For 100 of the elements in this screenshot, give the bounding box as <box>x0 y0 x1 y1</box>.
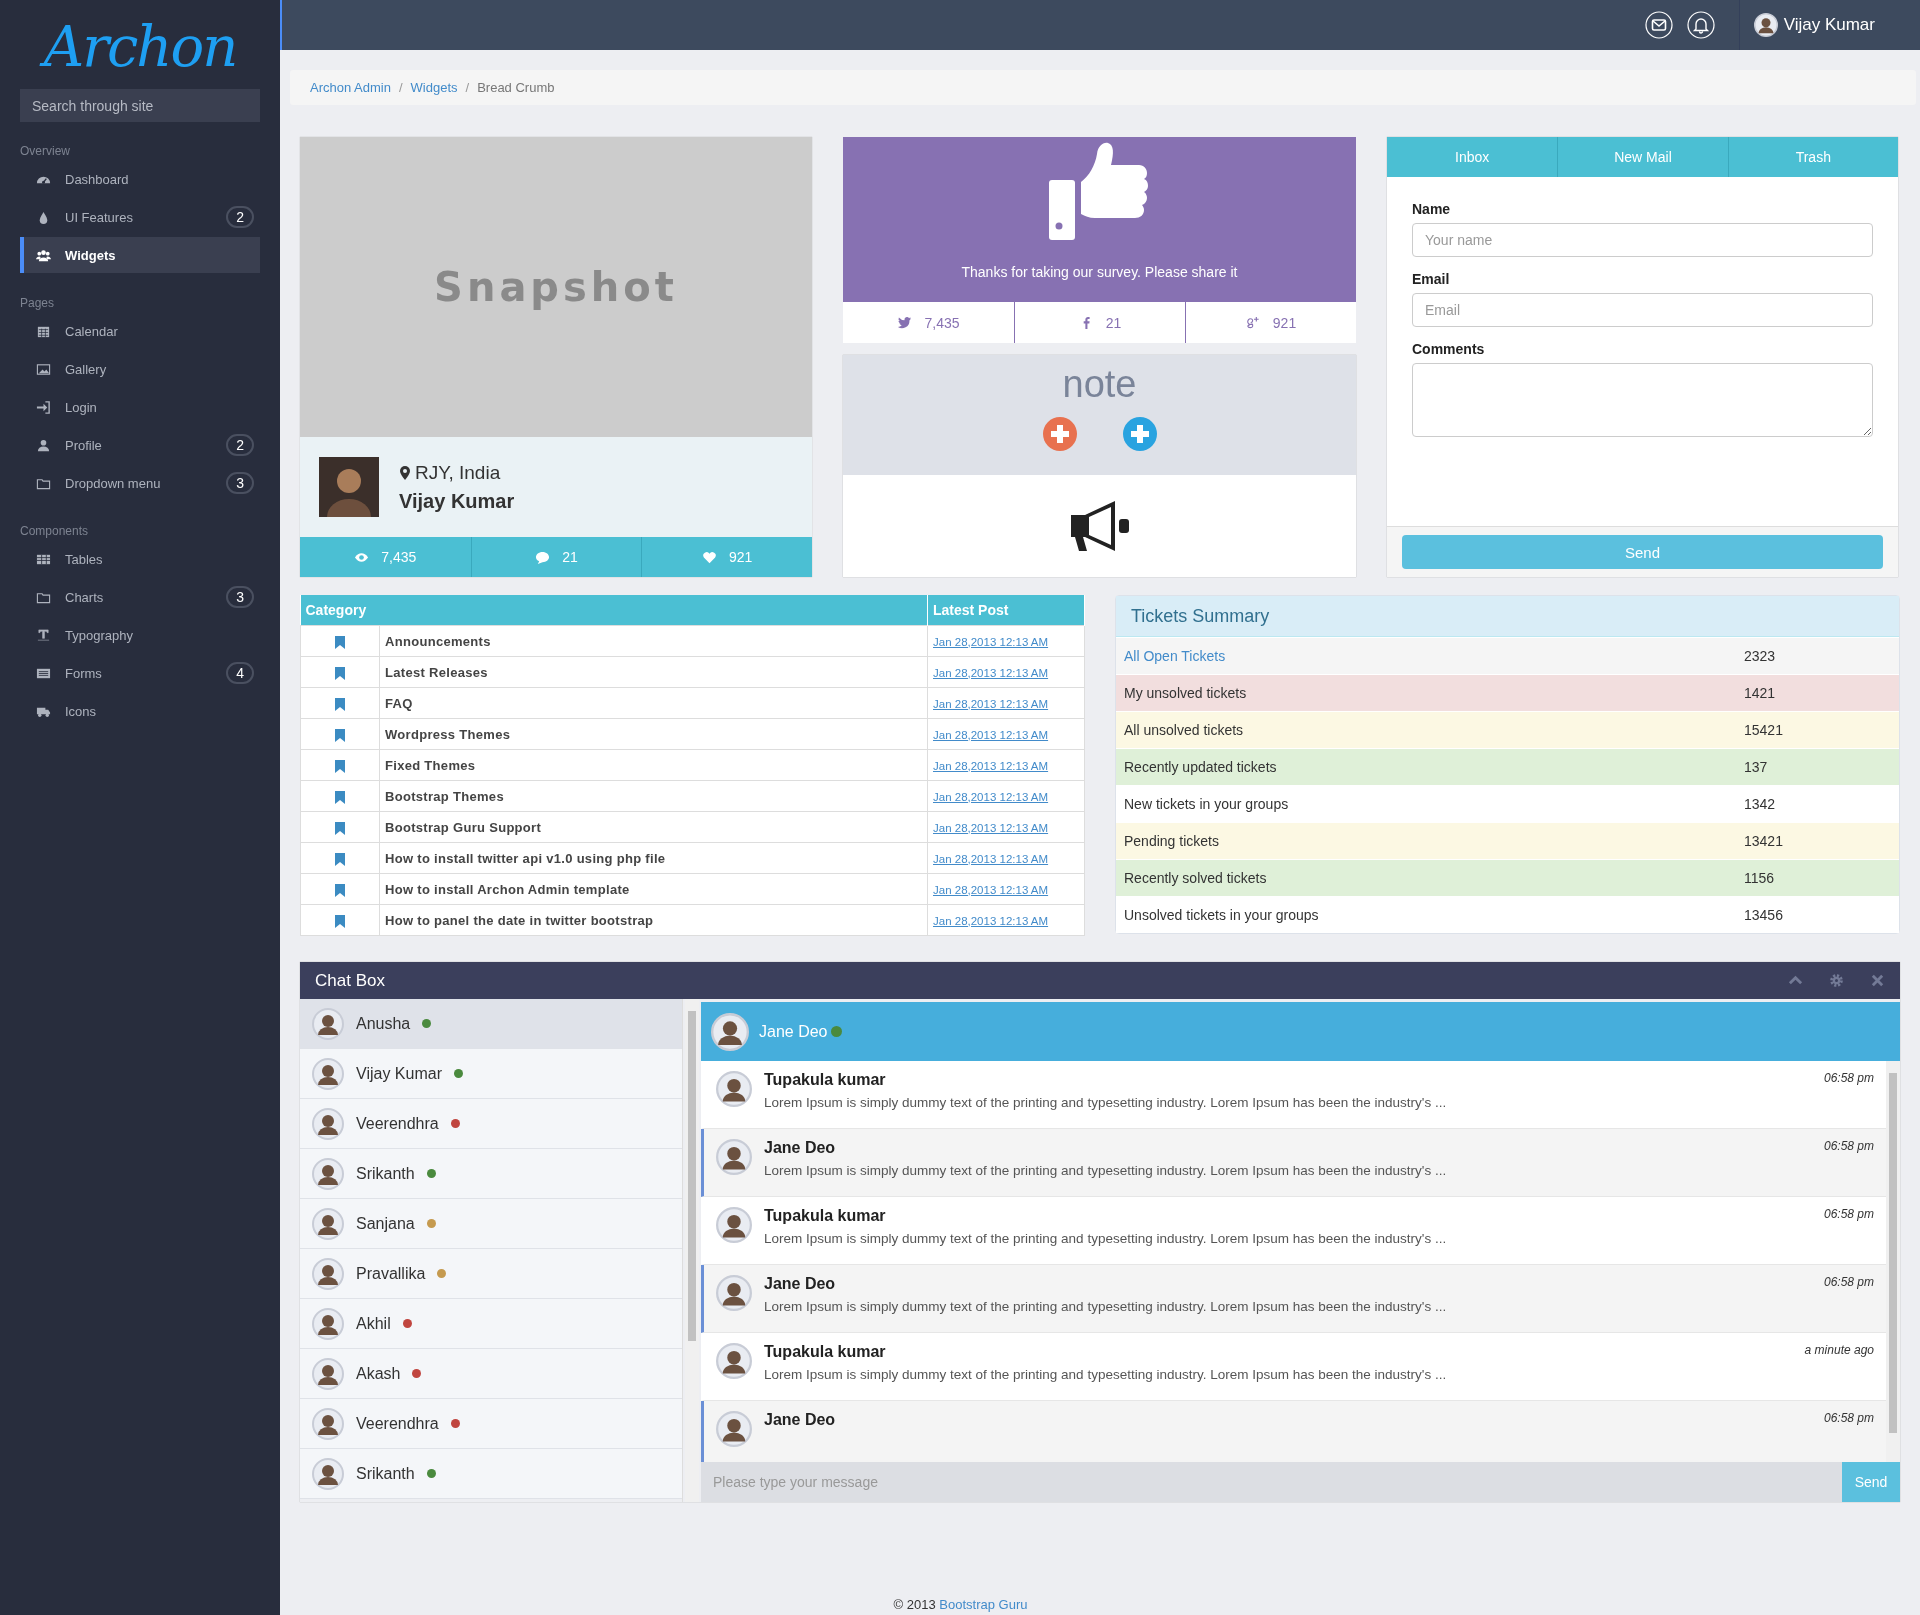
people-icon <box>36 247 51 263</box>
share-count: 21 <box>1105 314 1122 331</box>
ticket-count: 13421 <box>1744 833 1783 849</box>
table-cell: Fixed Themes <box>379 749 928 781</box>
bird-icon <box>897 315 913 330</box>
ticket-label: Unsolved tickets in your groups <box>1124 907 1320 923</box>
count-badge: 3 <box>226 472 254 494</box>
message-time: 06:58 pm <box>1823 1139 1874 1155</box>
contact-item[interactable]: Anusha <box>300 999 682 1049</box>
message-field[interactable]: Please type your message <box>701 1462 1842 1502</box>
settings-icon[interactable] <box>1829 973 1844 988</box>
stat-count: 921 <box>729 549 753 565</box>
contact-item[interactable]: Pravallika <box>300 1249 682 1299</box>
share-count: 7,435 <box>924 314 960 331</box>
contact-item[interactable]: Akhil <box>300 1299 682 1349</box>
bookmark-icon <box>335 728 345 742</box>
avatar-icon <box>312 1207 344 1240</box>
message-author: Tupakula kumar <box>764 1343 886 1361</box>
add-button[interactable] <box>1121 416 1158 452</box>
heart-icon <box>702 549 717 565</box>
message-author: Jane Deo <box>764 1275 836 1293</box>
sidebar-item[interactable]: Login <box>20 389 260 425</box>
ticket-count: 15421 <box>1744 722 1783 738</box>
login-icon <box>36 399 51 415</box>
contact-item[interactable]: Akash <box>300 1349 682 1399</box>
message-author: Jane Deo <box>764 1411 836 1429</box>
contact-item[interactable]: Sanjana <box>300 1199 682 1249</box>
text-icon <box>36 627 51 643</box>
avatar-icon <box>312 1157 344 1190</box>
map-pin-icon <box>399 464 411 481</box>
message-author: Tupakula kumar <box>764 1071 886 1089</box>
message-time: 06:58 pm <box>1823 1207 1874 1223</box>
breadcrumb-link[interactable]: Widgets <box>410 80 458 95</box>
field-label: Email <box>1412 271 1451 287</box>
search-field[interactable]: Search through site <box>20 89 260 122</box>
sidebar-item[interactable]: Widgets <box>20 237 260 273</box>
user-name[interactable]: Vijay Kumar <box>1783 15 1875 35</box>
contact-item[interactable]: Srikanth <box>300 1149 682 1199</box>
bookmark-icon <box>335 821 345 835</box>
sidebar-item[interactable]: Forms 4 <box>20 655 260 691</box>
sidebar-item[interactable]: Tables <box>20 541 260 577</box>
avatar-icon <box>312 1057 344 1090</box>
sidebar-item[interactable]: Dropdown menu 3 <box>20 465 260 501</box>
ticket-count: 2323 <box>1744 648 1776 664</box>
contact-name: Veerendhra <box>356 1114 439 1133</box>
sidebar-item[interactable]: Dashboard <box>20 161 260 197</box>
contact-name: Sanjana <box>356 1214 415 1233</box>
bell-icon[interactable] <box>1686 11 1715 39</box>
bookmark-icon <box>335 697 345 711</box>
note-title: note <box>1062 363 1137 406</box>
avatar-icon <box>716 1207 752 1243</box>
contact-item[interactable]: Vijay Kumar <box>300 1049 682 1099</box>
avatar-icon <box>312 1257 344 1290</box>
avatar-icon <box>312 1407 344 1440</box>
mail-icon[interactable] <box>1644 11 1673 39</box>
count-badge: 3 <box>226 586 254 608</box>
sidebar-item[interactable]: Charts 3 <box>20 579 260 615</box>
sidebar-item[interactable]: Calendar <box>20 313 260 349</box>
field-label: Name <box>1412 201 1452 217</box>
input-field[interactable]: Your name <box>1412 223 1873 257</box>
message-author: Tupakula kumar <box>764 1207 886 1225</box>
add-button[interactable] <box>1041 416 1078 452</box>
section-heading: Components <box>20 524 90 538</box>
contact-name: Akhil <box>356 1314 391 1333</box>
avatar-icon <box>716 1343 752 1379</box>
breadcrumb-link[interactable]: Archon Admin <box>310 80 391 95</box>
ticket-label[interactable]: All Open Tickets <box>1124 648 1744 664</box>
table-cell: Latest Releases <box>379 656 928 688</box>
comments-field[interactable] <box>1412 363 1873 437</box>
ticket-count: 1421 <box>1744 685 1776 701</box>
table-cell: Wordpress Themes <box>379 718 928 750</box>
bookmark-icon <box>335 852 345 866</box>
contact-name: Jane Deo <box>759 1022 828 1041</box>
message-time: 06:58 pm <box>1823 1411 1874 1427</box>
sidebar-item[interactable]: Icons <box>20 693 260 729</box>
stat-count: 21 <box>562 549 578 565</box>
sidebar-item[interactable]: UI Features 2 <box>20 199 260 235</box>
contact-name: Srikanth <box>356 1464 415 1483</box>
input-field[interactable]: Email <box>1412 293 1873 327</box>
sidebar-item[interactable]: Profile 2 <box>20 427 260 463</box>
count-badge: 2 <box>226 434 254 456</box>
contact-item[interactable]: Srikanth <box>300 1449 682 1499</box>
profile-name: Vijay Kumar <box>399 489 515 513</box>
sidebar-item[interactable]: Typography <box>20 617 260 653</box>
message-time: 06:58 pm <box>1823 1275 1874 1291</box>
avatar-icon <box>716 1411 752 1447</box>
scrollbar[interactable] <box>1886 1061 1900 1462</box>
table-cell: How to install Archon Admin template <box>379 873 928 905</box>
close-icon[interactable] <box>1870 973 1885 988</box>
bookmark-icon <box>335 914 345 928</box>
column-header: Latest Post <box>927 595 1085 626</box>
contact-item[interactable]: Veerendhra <box>300 1399 682 1449</box>
message-text: Lorem Ipsum is simply dummy text of the printing and typesetting industry. Lorem Ipsum has been the industry's ... <box>764 1299 1448 1314</box>
ticket-count: 1342 <box>1744 796 1776 812</box>
contact-item[interactable]: Veerendhra <box>300 1099 682 1149</box>
contact-name: Srikanth <box>356 1164 415 1183</box>
bookmark-icon <box>335 635 345 649</box>
ticket-count: 13456 <box>1744 907 1783 923</box>
sidebar-item[interactable]: Gallery <box>20 351 260 387</box>
table-cell: Bootstrap Themes <box>379 780 928 812</box>
